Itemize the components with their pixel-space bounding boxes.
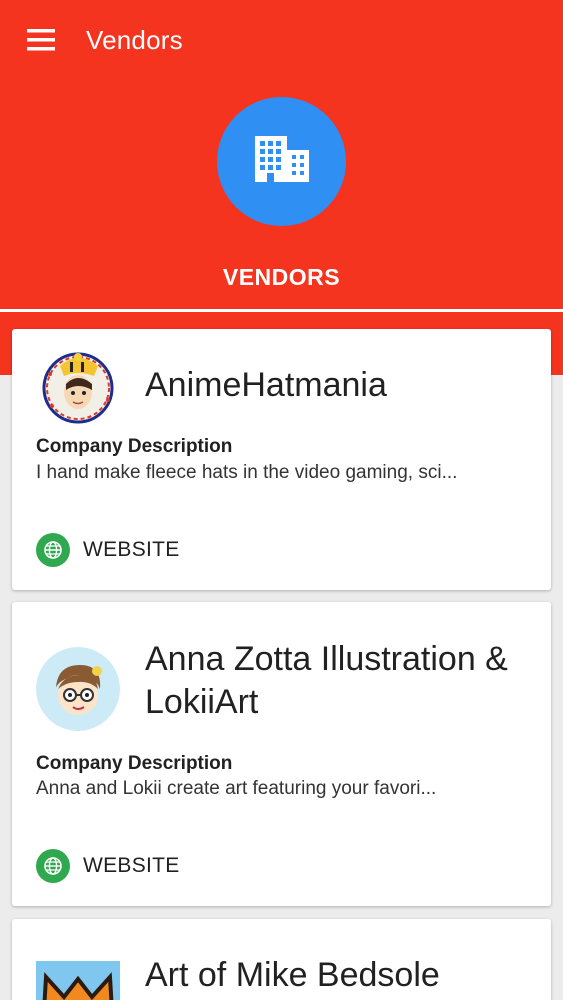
website-button[interactable]: WEBSITE <box>36 846 180 886</box>
vendors-screen: Vendors VENDORS AnimeHatmania Company De… <box>0 0 563 1000</box>
description-label: Company Description <box>36 436 233 457</box>
vendor-card[interactable]: Art of Mike Bedsole <box>12 919 551 1000</box>
website-label: WEBSITE <box>83 538 180 561</box>
hero-avatar <box>217 97 346 226</box>
description-label: Company Description <box>36 753 233 774</box>
vendor-card[interactable]: Anna Zotta Illustration & LokiiArt Compa… <box>12 602 551 906</box>
hamburger-menu-icon[interactable] <box>18 16 66 64</box>
website-button[interactable]: WEBSITE <box>36 530 180 570</box>
description-text: I hand make fleece hats in the video gam… <box>36 462 458 483</box>
website-label: WEBSITE <box>83 854 180 877</box>
header-divider <box>0 309 563 312</box>
vendor-name: AnimeHatmania <box>145 366 387 404</box>
hero-title: VENDORS <box>222 264 341 290</box>
vendor-avatar <box>36 647 120 731</box>
globe-icon <box>36 849 70 883</box>
vendor-avatar <box>36 961 120 1000</box>
vendor-name: Anna Zotta Illustration & LokiiArt <box>145 640 508 721</box>
globe-icon <box>36 533 70 567</box>
vendor-avatar <box>36 344 120 428</box>
description-text: Anna and Lokii create art featuring your… <box>36 778 437 799</box>
building-icon <box>253 134 311 189</box>
vendor-name: Art of Mike Bedsole <box>145 956 440 994</box>
page-title: Vendors <box>86 25 183 55</box>
vendor-card[interactable]: AnimeHatmania Company Description I hand… <box>12 329 551 590</box>
toolbar: Vendors <box>0 0 563 80</box>
